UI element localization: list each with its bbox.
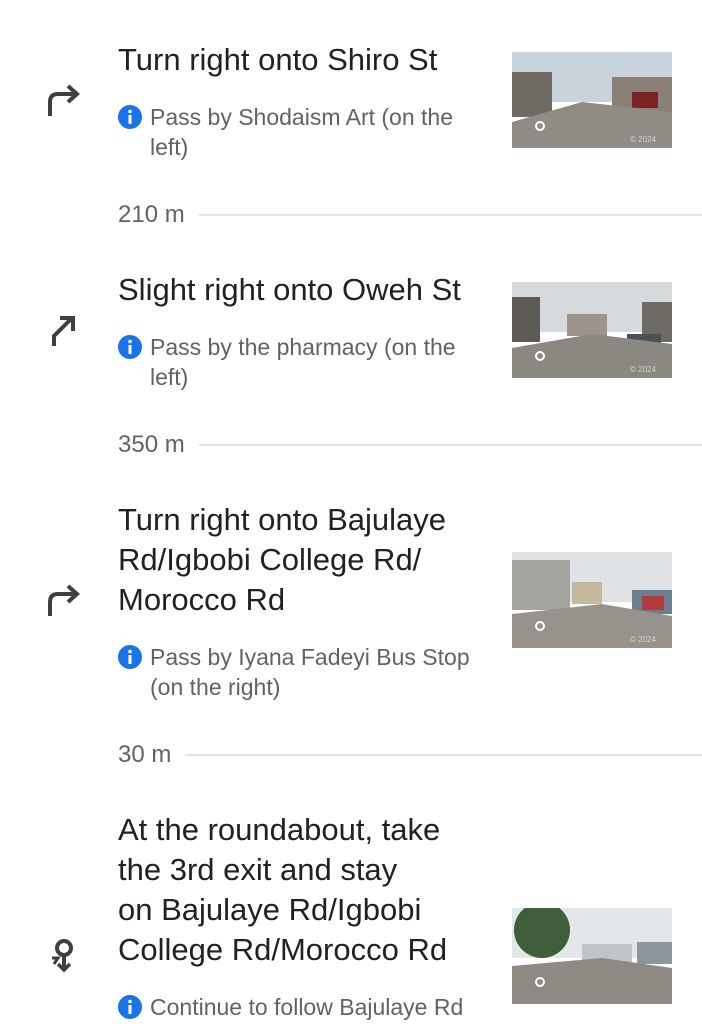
landmark-note-text: Pass by Shodaism Art (on the left) [150,104,453,160]
instruction-line: At the roundabout, take [118,812,441,847]
street-view-thumbnail[interactable] [512,908,672,1004]
step-instruction: Slight right onto Oweh St [118,272,461,307]
info-icon [118,105,142,129]
distance-label: 210 m [118,201,185,228]
landmark-note: Continue to follow Bajulaye Rd [118,992,518,1022]
turn-right-icon [44,80,84,120]
info-icon [118,645,142,669]
note-line: (on the right) [150,674,281,700]
distance-label: 350 m [118,431,185,458]
divider-line [185,754,702,756]
instruction-line: the 3rd exit and stay [118,852,398,887]
instruction-line: Morocco Rd [118,582,286,617]
turn-right-icon [44,580,84,620]
info-icon [118,335,142,359]
instruction-line: on Bajulaye Rd/Igbobi [118,892,422,927]
thumbnail-watermark: © 2024 [630,135,656,144]
street-view-thumbnail[interactable]: © 2024 [512,52,672,148]
distance-divider: 30 m [118,735,702,775]
instruction-line: College Rd/Morocco Rd [118,932,448,967]
divider-line [198,444,702,446]
street-view-thumbnail[interactable]: © 2024 [512,552,672,648]
instruction-line: Turn right onto Bajulaye [118,502,446,537]
divider-line [198,214,702,216]
thumbnail-watermark: © 2024 [630,635,656,644]
note-line: Pass by Iyana Fadeyi Bus Stop [150,644,470,670]
slight-right-icon [44,310,84,350]
landmark-note-text: Continue to follow Bajulaye Rd [150,994,464,1020]
street-view-thumbnail[interactable]: © 2024 [512,282,672,378]
thumbnail-watermark: © 2024 [630,365,656,374]
distance-divider: 350 m [118,425,702,465]
landmark-note-text: Pass by Iyana Fadeyi Bus Stop (on the ri… [150,642,496,702]
landmark-note: Pass by the pharmacy (on the left) [118,332,488,392]
landmark-note: Pass by Iyana Fadeyi Bus Stop (on the ri… [118,642,498,702]
step-instruction: Turn right onto Bajulaye Rd/Igbobi Colle… [118,500,446,620]
info-icon [118,995,142,1019]
landmark-note: Pass by Shodaism Art (on the left) [118,102,488,162]
step-instruction: At the roundabout, take the 3rd exit and… [118,810,447,970]
distance-label: 30 m [118,741,172,768]
landmark-note-text: Pass by the pharmacy (on the left) [150,334,456,390]
roundabout-icon [44,934,84,974]
step-instruction: Turn right onto Shiro St [118,42,438,77]
distance-divider: 210 m [118,195,702,235]
instruction-line: Rd/Igbobi College Rd/ [118,542,422,577]
